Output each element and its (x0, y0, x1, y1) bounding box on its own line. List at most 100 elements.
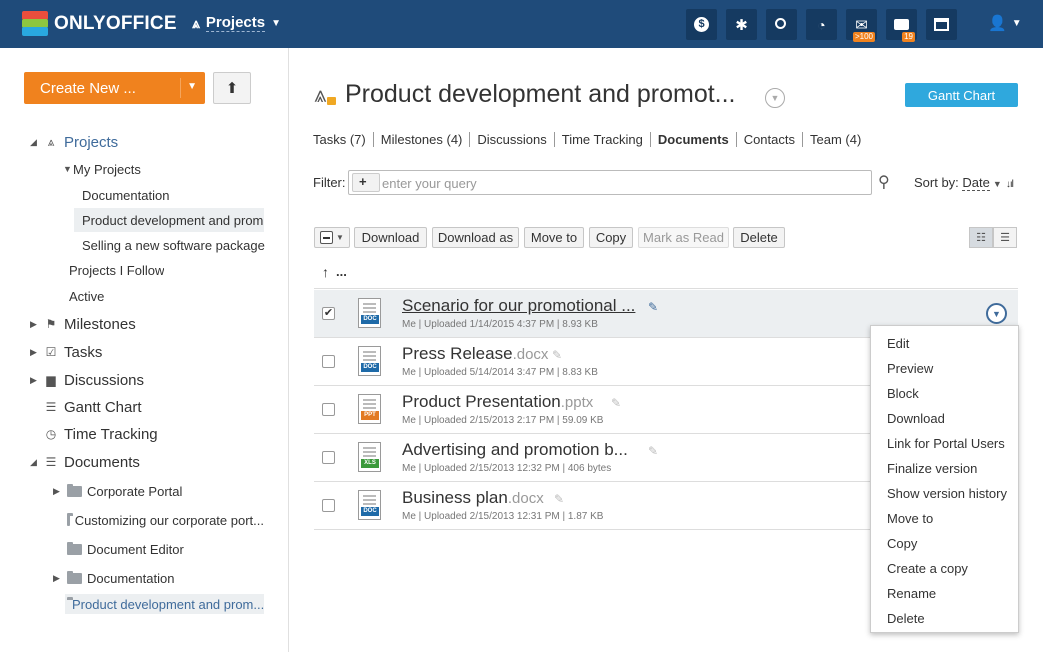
file-name-link[interactable]: Product Presentation.pptx (402, 392, 593, 412)
folder-icon (67, 541, 82, 555)
file-name-link[interactable]: Scenario for our promotional ... (402, 296, 635, 316)
row-checkbox[interactable] (322, 403, 335, 416)
tab-milestones[interactable]: Milestones (4) (372, 132, 470, 147)
project-menu-button[interactable]: ▼ (765, 88, 785, 108)
row-checkbox[interactable]: ✔ (322, 307, 335, 320)
sidebar-item-my-projects[interactable]: ▼ My Projects (63, 161, 141, 177)
move-to-button[interactable]: Move to (524, 227, 584, 248)
tab-team[interactable]: Team (4) (802, 132, 868, 147)
sidebar-folder-corporate-portal[interactable]: ▶ Corporate Portal (53, 483, 182, 499)
settings-icon: ✱ (735, 16, 748, 34)
edit-pencil-icon[interactable]: ✎ (611, 396, 621, 410)
expand-down-icon[interactable]: ▼ (63, 164, 73, 174)
sidebar-item-active[interactable]: Active (69, 288, 104, 304)
menu-item-show-version-history[interactable]: Show version history (871, 481, 1018, 506)
calendar-button[interactable] (926, 9, 957, 40)
expand-right-icon[interactable]: ▶ (30, 375, 42, 386)
sidebar-item-projects[interactable]: ◢ ⩓ Projects (30, 133, 118, 151)
filter-add-button[interactable]: + (352, 173, 380, 192)
sort-direction-icon[interactable]: ↓ıl (1006, 179, 1014, 190)
sort-value[interactable]: Date (962, 175, 990, 191)
search-button[interactable] (766, 9, 797, 40)
sidebar-item-documentation[interactable]: Documentation (82, 187, 169, 203)
sidebar-item-discussions[interactable]: ▶ ▆ Discussions (30, 371, 144, 389)
menu-item-move-to[interactable]: Move to (871, 506, 1018, 531)
file-name-link[interactable]: Advertising and promotion b... (402, 440, 628, 460)
gantt-chart-button[interactable]: Gantt Chart (905, 83, 1018, 107)
tab-documents[interactable]: Documents (649, 132, 736, 147)
menu-item-download[interactable]: Download (871, 406, 1018, 431)
expand-right-icon[interactable]: ▶ (53, 573, 67, 584)
expand-right-icon[interactable]: ▶ (30, 319, 42, 330)
sidebar-item-documents[interactable]: ◢ ☰ Documents (30, 453, 140, 471)
expand-right-icon[interactable]: ▶ (30, 347, 42, 358)
sidebar-folder-document-editor[interactable]: Document Editor (67, 541, 184, 557)
menu-item-copy[interactable]: Copy (871, 531, 1018, 556)
expand-right-icon[interactable]: ▶ (53, 486, 67, 497)
level-up-icon: ↑ (322, 264, 329, 280)
menu-item-block[interactable]: Block (871, 381, 1018, 406)
talk-button[interactable]: 19 (886, 9, 917, 42)
copy-button[interactable]: Copy (589, 227, 633, 248)
tab-discussions[interactable]: Discussions (469, 132, 553, 147)
row-checkbox[interactable] (322, 355, 335, 368)
sidebar-item-milestones[interactable]: ▶ ⚑ Milestones (30, 315, 136, 333)
expand-down-icon[interactable]: ◢ (30, 457, 42, 468)
projects-icon: ⩓ (47, 134, 55, 149)
feed-button[interactable]: ◔ (806, 9, 837, 40)
row-checkbox[interactable] (322, 451, 335, 464)
user-menu[interactable]: 👤 ▼ (988, 14, 1022, 32)
menu-item-preview[interactable]: Preview (871, 356, 1018, 381)
menu-item-delete[interactable]: Delete (871, 606, 1018, 631)
parent-folder-row[interactable]: ↑ ... (314, 258, 1018, 289)
module-switcher[interactable]: ⩓ Projects ▼ (192, 14, 281, 32)
search-icon[interactable]: ⚲ (878, 172, 890, 192)
sidebar-item-product-development[interactable]: Product development and prom... (74, 208, 264, 232)
menu-item-finalize-version[interactable]: Finalize version (871, 456, 1018, 481)
settings-button[interactable]: ✱ (726, 9, 757, 40)
logo[interactable]: ONLYOFFICE (22, 11, 177, 37)
mail-badge: >100 (852, 32, 875, 42)
download-as-button[interactable]: Download as (432, 227, 519, 248)
expand-down-icon[interactable]: ◢ (30, 137, 42, 148)
sort-control[interactable]: Sort by: Date ▼ ↓ıl (914, 175, 1014, 191)
sidebar-item-tasks[interactable]: ▶ ☑ Tasks (30, 343, 102, 361)
delete-button[interactable]: Delete (733, 227, 785, 248)
payments-button[interactable]: $ (686, 9, 717, 40)
talk-badge: 19 (902, 32, 915, 42)
row-actions-button[interactable]: ▼ (986, 303, 1007, 324)
sidebar-item-time-tracking[interactable]: ◷ Time Tracking (30, 425, 158, 443)
sidebar-item-selling-software[interactable]: Selling a new software package (82, 237, 265, 253)
menu-item-rename[interactable]: Rename (871, 581, 1018, 606)
tab-time-tracking[interactable]: Time Tracking (553, 132, 650, 147)
sidebar-folder-product-development[interactable]: Product development and prom... (65, 594, 264, 614)
tab-contacts[interactable]: Contacts (735, 132, 802, 147)
menu-item-link-for-portal-users[interactable]: Link for Portal Users (871, 431, 1018, 456)
mail-button[interactable]: ✉ >100 (846, 9, 877, 42)
edit-pencil-icon[interactable]: ✎ (648, 444, 658, 458)
tab-tasks[interactable]: Tasks (7) (313, 132, 373, 147)
download-button[interactable]: Download (354, 227, 427, 248)
edit-pencil-icon[interactable]: ✎ (554, 492, 564, 506)
filter-input[interactable] (382, 174, 862, 192)
mark-as-read-button[interactable]: Mark as Read (638, 227, 729, 248)
chevron-down-icon[interactable]: ▼ (187, 81, 197, 92)
file-name-link[interactable]: Business plan.docx (402, 488, 544, 508)
row-checkbox[interactable] (322, 499, 335, 512)
select-all-checkbox[interactable] (320, 231, 333, 244)
sidebar-item-gantt-chart[interactable]: ☰ Gantt Chart (30, 398, 142, 416)
sidebar-folder-documentation[interactable]: ▶ Documentation (53, 570, 174, 586)
edit-pencil-icon[interactable]: ✎ (648, 300, 658, 314)
menu-item-create-a-copy[interactable]: Create a copy (871, 556, 1018, 581)
create-new-button[interactable]: Create New ... ▼ (24, 72, 205, 104)
sidebar-folder-customizing[interactable]: Customizing our corporate port... (67, 512, 264, 528)
edit-pencil-icon[interactable]: ✎ (552, 348, 562, 362)
compact-view-button[interactable]: ☰ (993, 227, 1017, 248)
file-name-link[interactable]: Press Release.docx (402, 344, 548, 364)
sidebar-item-projects-i-follow[interactable]: Projects I Follow (69, 262, 164, 278)
upload-button[interactable]: ⬆ (213, 72, 251, 104)
gantt-icon: ☰ (45, 400, 57, 414)
list-view-button[interactable]: ☷ (969, 227, 993, 248)
menu-item-edit[interactable]: Edit (871, 331, 1018, 356)
select-all-dropdown[interactable]: ▼ (314, 227, 350, 248)
